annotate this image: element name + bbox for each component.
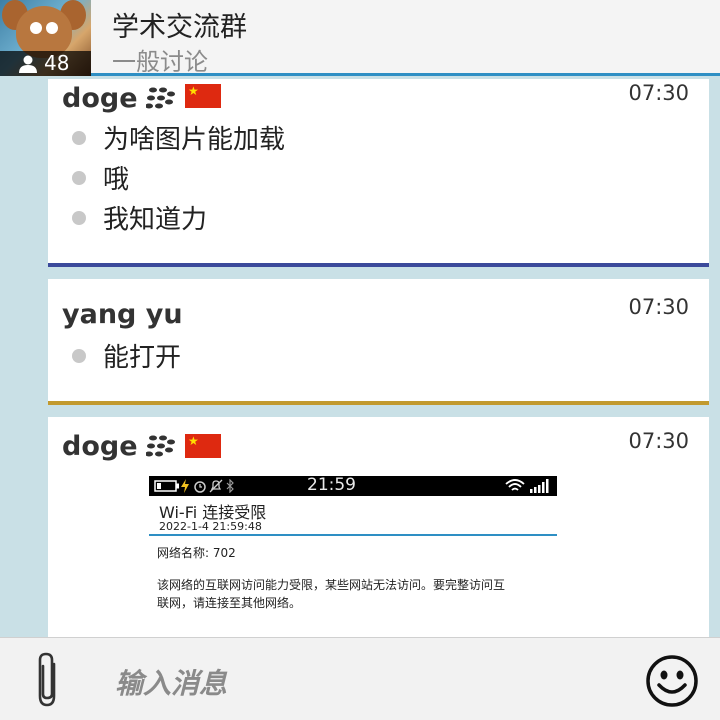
image-datetime: 2022-1-4 21:59:48 xyxy=(159,520,262,533)
image-clock: 21:59 xyxy=(307,475,356,495)
chat-title: 学术交流群 xyxy=(112,12,247,43)
message-card[interactable]: yang yu 07:30 能打开 xyxy=(48,279,709,401)
mute-icon xyxy=(209,479,223,493)
message-text: 为啥图片能加载 xyxy=(103,125,286,155)
message-text: 哦 xyxy=(103,165,130,195)
chat-header: 48 学术交流群 一般讨论 xyxy=(0,0,720,76)
china-flag-icon: ★ xyxy=(185,434,221,458)
bullet-icon xyxy=(72,171,86,185)
message-time: 07:30 xyxy=(628,295,689,319)
group-avatar[interactable]: 48 xyxy=(0,0,91,76)
blackberry-icon xyxy=(146,435,175,457)
sender-name: yang yu xyxy=(62,299,183,330)
member-count-badge: 48 xyxy=(0,51,91,76)
message-divider xyxy=(48,263,709,267)
group-members-icon xyxy=(19,55,37,73)
attach-icon[interactable] xyxy=(32,650,64,710)
image-status-bar: 21:59 xyxy=(149,475,557,496)
member-count: 48 xyxy=(44,51,70,75)
message-image[interactable]: 21:59 Wi-Fi 连接受限 2022-1-4 21:59:48 网络名称:… xyxy=(149,475,557,636)
image-description: 该网络的互联网访问能力受限，某些网站无法访问。要完整访问互联网，请连接至其他网络… xyxy=(157,578,506,610)
message-composer: 输入消息 xyxy=(0,637,720,720)
image-divider xyxy=(149,534,557,536)
bullet-icon xyxy=(72,211,86,225)
message-time: 07:30 xyxy=(628,81,689,105)
blackberry-icon xyxy=(146,87,175,109)
chat-subtitle: 一般讨论 xyxy=(112,48,208,76)
message-text: 我知道力 xyxy=(103,205,208,235)
bluetooth-icon xyxy=(226,479,234,493)
bullet-icon xyxy=(72,131,86,145)
charging-icon xyxy=(181,479,189,493)
signal-icon xyxy=(530,479,549,493)
battery-icon xyxy=(154,480,179,492)
alarm-icon xyxy=(194,481,206,493)
image-network-name: 网络名称: 702 xyxy=(157,546,236,560)
sender-name: doge xyxy=(62,431,138,462)
message-text: 能打开 xyxy=(103,343,182,373)
china-flag-icon: ★ xyxy=(185,84,221,108)
sender-name: doge xyxy=(62,83,138,114)
message-card[interactable]: doge ★ 07:30 为啥图片能加载 哦 我知道力 xyxy=(48,79,709,263)
bullet-icon xyxy=(72,349,86,363)
message-input[interactable]: 输入消息 xyxy=(115,662,227,702)
message-divider xyxy=(48,401,709,405)
wifi-icon xyxy=(505,479,525,491)
message-time: 07:30 xyxy=(628,429,689,453)
emoji-icon[interactable] xyxy=(645,654,699,708)
